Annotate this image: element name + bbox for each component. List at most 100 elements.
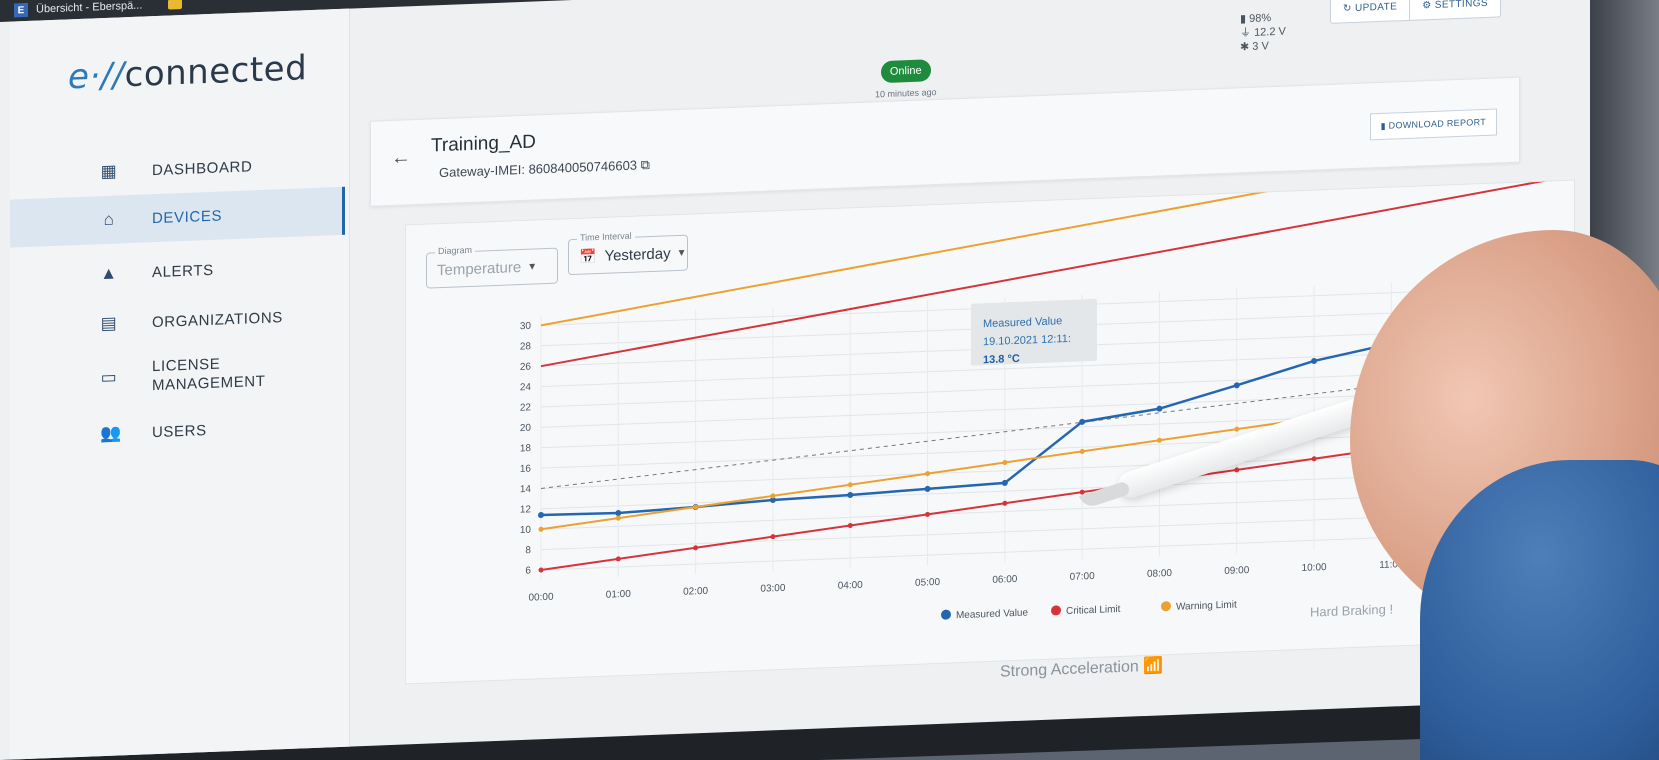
data-point	[693, 545, 699, 551]
chart-tooltip: Measured Value 19.10.2021 12:11: 13.8 °C	[971, 298, 1097, 367]
signal-icon: 📶	[1143, 657, 1164, 676]
exclamation-icon: !	[1389, 601, 1394, 617]
x-tick-label: 00:00	[528, 592, 553, 604]
y-tick-label: 18	[520, 443, 532, 454]
y-tick-label: 16	[520, 463, 532, 474]
credit-card-icon: ▭	[100, 367, 118, 388]
data-point	[1002, 460, 1008, 466]
sidebar-item-label: ALERTS	[152, 261, 214, 281]
dashboard-icon: ▦	[100, 161, 118, 182]
x-tick-label: 02:00	[683, 586, 708, 598]
y-tick-label: 20	[520, 423, 532, 434]
device-name: Training_AD	[431, 131, 536, 157]
warning-icon: ▲	[100, 263, 118, 284]
connection-status: Online 10 minutes ago	[875, 59, 937, 99]
data-point	[615, 515, 621, 521]
x-tick-label: 07:00	[1070, 571, 1095, 583]
data-point	[1001, 479, 1008, 486]
legend-label: Warning Limit	[1176, 599, 1237, 612]
bluetooth-icon: ✱	[1240, 41, 1250, 54]
y-tick-label: 30	[520, 321, 532, 332]
data-point	[925, 471, 931, 477]
refresh-icon: ↻	[1343, 3, 1352, 15]
sidebar-item-label: ORGANIZATIONS	[152, 308, 283, 331]
y-tick-label: 6	[525, 565, 531, 576]
online-badge: Online	[880, 59, 931, 84]
settings-button[interactable]: ⚙ SETTINGS	[1409, 0, 1500, 20]
y-tick-label: 10	[520, 525, 532, 536]
x-tick-label: 03:00	[760, 583, 785, 595]
sidebar: e·//connected ▦ DASHBOARD ⌂ DEVICES ▲ AL…	[10, 8, 350, 760]
y-tick-label: 26	[520, 362, 532, 373]
data-point	[1002, 500, 1008, 506]
bluetooth-voltage: 3 V	[1252, 40, 1269, 53]
building-icon: ▤	[100, 313, 118, 334]
data-point	[1311, 357, 1318, 364]
data-point	[1079, 418, 1086, 425]
download-report-button[interactable]: ▮ DOWNLOAD REPORT	[1369, 108, 1497, 141]
plug-icon: ⏚	[1240, 26, 1251, 40]
data-point	[615, 510, 622, 517]
x-tick-label: 01:00	[606, 589, 631, 601]
hard-braking-event[interactable]: Hard Braking !	[1310, 601, 1393, 619]
legend-marker	[941, 609, 951, 620]
sidebar-item-label: DEVICES	[152, 206, 223, 227]
data-point	[615, 556, 621, 562]
data-point	[847, 482, 853, 488]
data-point	[538, 511, 544, 518]
y-tick-label: 14	[520, 484, 532, 495]
x-tick-label: 09:00	[1224, 565, 1249, 577]
y-tick-label: 22	[520, 402, 532, 413]
legend-label: Critical Limit	[1066, 604, 1121, 617]
logo-mark: e·//	[68, 55, 125, 98]
battery-icon: ▮	[1240, 13, 1247, 26]
app-favicon-icon: E	[14, 2, 28, 18]
browser-tab-title[interactable]: Übersicht - Eberspä...	[36, 0, 142, 16]
data-point	[770, 534, 776, 540]
sidebar-item-organizations[interactable]: ▤ ORGANIZATIONS	[10, 291, 345, 352]
users-icon: 👥	[100, 423, 122, 444]
logo-text: connected	[124, 48, 308, 96]
data-point	[847, 523, 853, 529]
sidebar-item-label: DASHBOARD	[152, 157, 253, 179]
copy-icon[interactable]: ⧉	[641, 157, 650, 172]
x-tick-label: 08:00	[1147, 568, 1172, 580]
data-point	[1233, 382, 1240, 389]
file-icon: ▮	[1380, 120, 1386, 131]
x-tick-label: 06:00	[992, 574, 1017, 586]
router-icon: ⌂	[103, 209, 115, 230]
tooltip-reading: 19.10.2021 12:11: 13.8 °C	[983, 332, 1071, 367]
data-point	[925, 511, 931, 517]
last-seen-text: 10 minutes ago	[875, 87, 937, 100]
header-actions: ↻ UPDATE ⚙ SETTINGS	[1330, 0, 1501, 24]
gateway-imei: Gateway-IMEI: 860840050746603 ⧉	[439, 157, 650, 181]
data-point	[1156, 437, 1162, 443]
data-point	[538, 567, 544, 573]
device-power-readout: ▮ 98% ⏚ 12.2 V ✱ 3 V	[1240, 11, 1286, 55]
y-tick-label: 12	[520, 504, 532, 515]
data-point	[1156, 405, 1163, 412]
folder-icon[interactable]	[168, 0, 183, 10]
data-point	[924, 485, 931, 492]
legend-marker	[1051, 605, 1061, 616]
sidebar-item-users[interactable]: 👥 USERS	[10, 401, 345, 462]
sidebar-item-license-management[interactable]: ▭ LICENSE MANAGEMENT	[10, 345, 345, 406]
back-arrow-icon[interactable]: ←	[391, 146, 411, 170]
voltage-value: 12.2 V	[1254, 25, 1286, 39]
app-logo[interactable]: e·//connected	[68, 48, 307, 97]
data-point	[1234, 467, 1240, 473]
battery-level: 98%	[1249, 12, 1272, 26]
legend-label: Measured Value	[956, 607, 1028, 621]
y-tick-label: 8	[525, 545, 531, 556]
gear-icon: ⚙	[1422, 0, 1432, 12]
legend-marker	[1161, 601, 1171, 612]
data-point	[1079, 448, 1085, 454]
x-tick-label: 05:00	[915, 577, 940, 589]
y-tick-label: 28	[520, 341, 532, 352]
update-button[interactable]: ↻ UPDATE	[1331, 0, 1409, 23]
data-point	[1234, 426, 1240, 432]
sidebar-item-label: USERS	[152, 421, 207, 441]
sidebar-item-label: LICENSE MANAGEMENT	[152, 355, 266, 395]
x-tick-label: 10:00	[1302, 562, 1327, 574]
data-point	[538, 526, 544, 532]
